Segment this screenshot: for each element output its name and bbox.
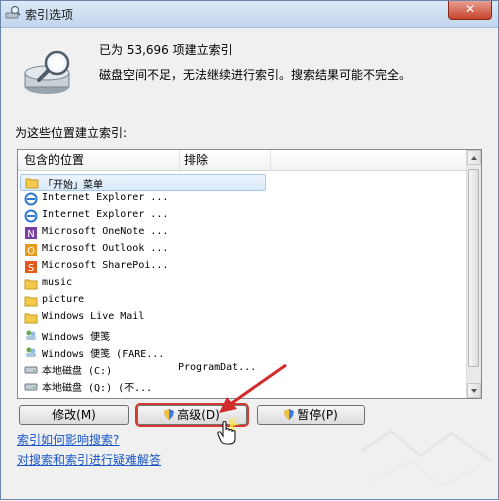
red-pointer-arrow-icon [219,363,287,413]
list-item-location: 本地磁盘 (Q:) (不... [42,383,153,394]
list-item-location: ... [42,396,60,398]
sharepoint-icon: S [24,260,38,274]
list-item[interactable]: Windows 便笺 (FARE... [20,344,467,361]
chevron-up-icon [471,156,477,160]
list-item[interactable]: N Microsoft OneNote ... [20,225,467,242]
vertical-scrollbar[interactable] [466,150,481,398]
hand-cursor-icon [217,413,241,445]
list-item-location: 本地磁盘 (C:) [42,366,113,377]
drive-icon [24,362,38,376]
indexed-count-text: 已为 53,696 项建立索引 [99,43,233,57]
close-icon: ✕ [464,2,476,16]
list-item[interactable]: Windows 便笺 [20,327,467,344]
troubleshoot-search-indexing-link[interactable]: 对搜索和索引进行疑难解答 [17,451,161,468]
list-item[interactable]: Internet Explorer ... [20,191,467,208]
uac-shield-icon [164,409,175,420]
list-item-location: Microsoft OneNote ... [42,226,169,237]
onenote-icon: N [24,226,38,240]
list-item-location: Windows Live Mail [42,311,145,322]
ie-icon [24,192,38,206]
list-item[interactable]: picture [20,293,467,310]
svg-text:S: S [28,263,34,274]
list-item[interactable]: O Microsoft Outlook ... [20,242,467,259]
list-item[interactable]: Internet Explorer ... [20,208,467,225]
window-title: 索引选项 [25,8,74,22]
indexing-options-window: 索引选项 ✕ 已为 53,696 项建立索引 磁盘空间不足，无法继续进行索引。搜… [0,0,499,500]
drive-icon [24,379,38,393]
list-item-location: Internet Explorer ... [42,192,169,203]
list-column-header: 包含的位置 排除 [18,150,467,171]
folder-icon [24,294,38,308]
indexing-status-message: 磁盘空间不足，无法继续进行索引。搜索结果可能不完全。 [99,68,412,82]
contacts-icon [24,345,38,359]
list-item-location: Microsoft SharePoi... [42,260,169,271]
modify-button-label: 修改(M) [52,408,96,422]
indexed-locations-label: 为这些位置建立索引: [15,126,128,140]
pause-button-label: 暂停(P) [297,408,338,422]
list-item[interactable]: Windows Live Mail [20,310,467,327]
contacts-icon [24,328,38,342]
list-item-location: Microsoft Outlook ... [42,243,169,254]
list-item-location: music [42,277,73,288]
watermark-graphic [360,429,492,488]
list-item-location: Windows 便笺 [42,332,111,343]
ie-icon [24,209,38,223]
outlook-icon: O [24,243,38,257]
svg-text:N: N [27,229,34,240]
list-item-location: 「开始」菜单 [43,180,103,191]
chevron-down-icon [471,389,477,393]
modify-button[interactable]: 修改(M) [19,405,129,425]
close-button[interactable]: ✕ [448,1,492,20]
column-included-locations[interactable]: 包含的位置 [18,150,180,170]
indexing-drive-icon [24,50,70,94]
list-item-location: Internet Explorer ... [42,209,169,220]
list-item-location: Windows 便笺 (FARE... [42,349,165,360]
list-item[interactable]: music [20,276,467,293]
list-item-location: picture [42,294,85,305]
scroll-down-button[interactable] [467,383,481,398]
title-bar[interactable]: 索引选项 ✕ [1,1,498,28]
folder-icon [24,277,38,291]
svg-text:O: O [27,246,35,257]
how-indexing-affects-search-link[interactable]: 索引如何影响搜索? [17,431,119,448]
drive-icon [24,396,38,398]
scroll-up-button[interactable] [467,150,481,165]
column-exclude[interactable]: 排除 [180,150,271,170]
folder-icon [24,311,38,325]
list-item[interactable]: 「开始」菜单 [20,174,266,191]
indexing-options-icon [5,5,21,19]
folder-icon [25,176,39,190]
scroll-thumb[interactable] [468,169,479,367]
list-item[interactable]: S Microsoft SharePoi... [20,259,467,276]
